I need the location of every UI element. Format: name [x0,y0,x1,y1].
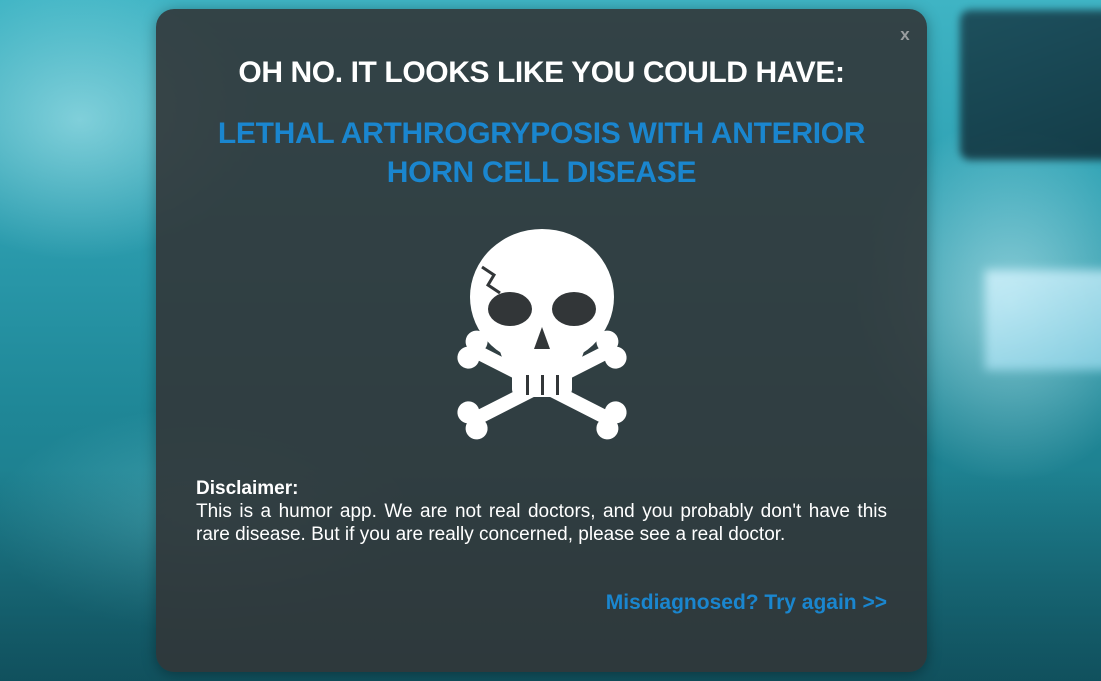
close-button[interactable]: x [897,25,913,45]
background-monitor [960,10,1101,160]
background-screen [985,270,1101,370]
disclaimer: Disclaimer: This is a humor app. We are … [196,477,887,546]
disclaimer-title: Disclaimer: [196,478,299,499]
modal-heading: OH NO. IT LOOKS LIKE YOU COULD HAVE: [238,56,845,89]
diagnosis-title: LETHAL ARTHROGRYPOSIS WITH ANTERIOR HORN… [217,117,866,189]
diagnosis-modal: x OH NO. IT LOOKS LIKE YOU COULD HAVE: L… [156,9,927,672]
disclaimer-body: This is a humor app. We are not real doc… [196,501,887,545]
skull-crossbones-icon [442,227,642,459]
retry-link[interactable]: Misdiagnosed? Try again >> [606,591,887,615]
